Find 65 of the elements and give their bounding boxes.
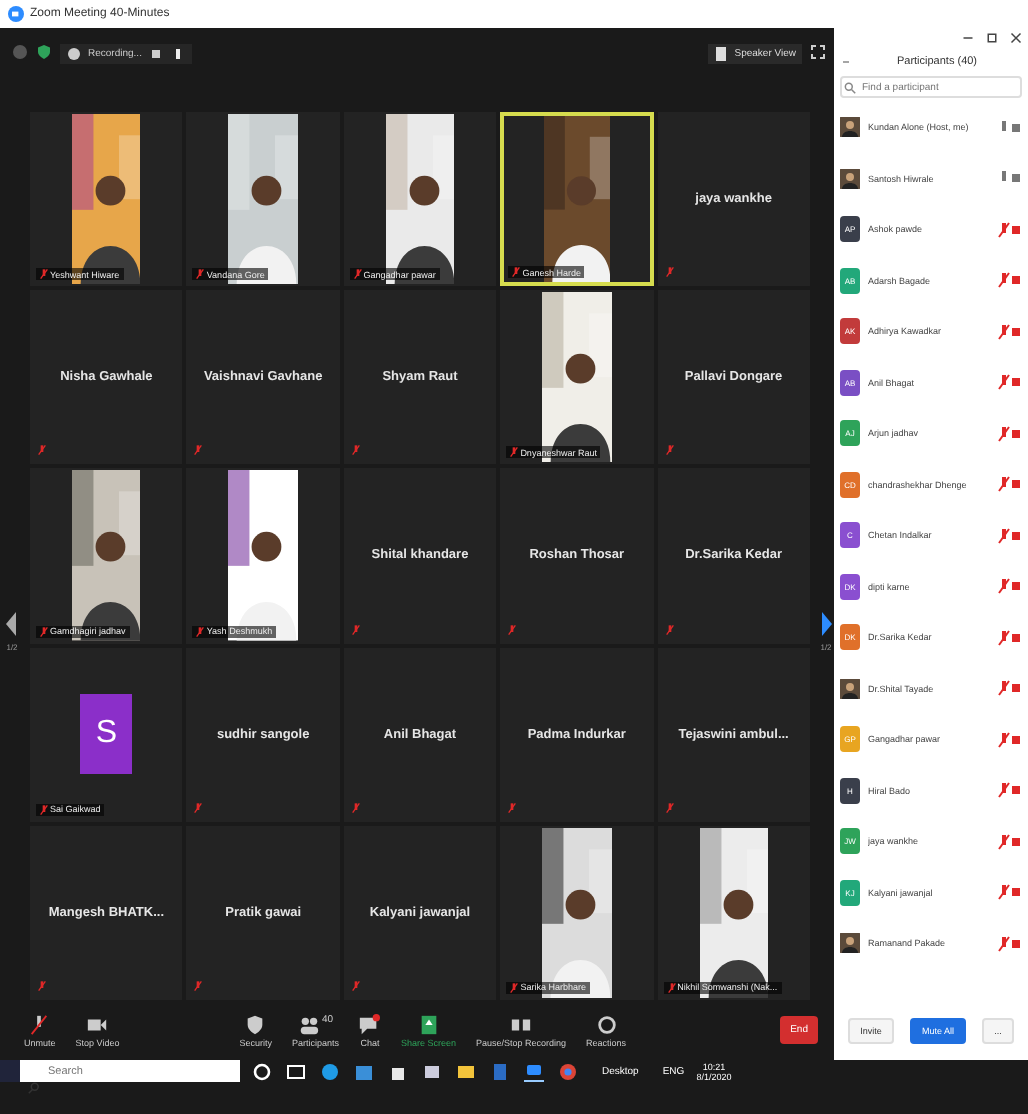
shield-icon [244, 1013, 267, 1035]
muted-mic-icon [665, 266, 674, 279]
muted-mic-icon [38, 444, 46, 457]
muted-mic-icon [194, 444, 203, 457]
avatar: S [80, 694, 133, 775]
mic-icon[interactable] [998, 527, 1022, 544]
mic-icon[interactable] [998, 731, 1022, 748]
muted-mic-icon [508, 801, 517, 814]
muted-mic-icon [667, 981, 676, 994]
muted-mic-icon [665, 623, 674, 636]
chat-bubble-icon [358, 1013, 381, 1035]
mic-icon[interactable] [998, 425, 1022, 442]
muted-mic-icon [508, 623, 517, 636]
task-view-icon[interactable] [286, 1061, 306, 1081]
muted-mic-icon [194, 979, 203, 992]
muted-mic-icon [196, 268, 205, 281]
folder-icon[interactable] [456, 1061, 476, 1081]
muted-mic-icon [512, 266, 521, 279]
muted-mic-icon [196, 625, 205, 638]
mic-icon[interactable] [998, 884, 1022, 901]
muted-mic-icon [40, 625, 48, 638]
muted-mic-icon [40, 268, 48, 281]
circle-icon [595, 1013, 618, 1035]
mic-icon[interactable] [998, 119, 1022, 136]
mic-icon[interactable] [998, 578, 1022, 595]
search-icon [28, 1081, 40, 1093]
muted-mic-icon [510, 446, 519, 459]
mic-icon[interactable] [998, 935, 1022, 952]
people-icon [297, 1013, 320, 1035]
share-screen-icon [417, 1013, 440, 1035]
muted-mic-icon [510, 981, 519, 994]
shield-icon[interactable] [36, 44, 52, 60]
pause-icon[interactable] [147, 46, 164, 62]
mic-icon[interactable] [998, 374, 1022, 391]
muted-mic-icon [28, 1013, 51, 1035]
mic-icon[interactable] [998, 833, 1022, 850]
close-icon[interactable] [1010, 32, 1022, 44]
muted-mic-icon [351, 444, 360, 457]
muted-mic-icon [353, 268, 362, 281]
mic-icon[interactable] [998, 170, 1022, 187]
muted-mic-icon [194, 801, 203, 814]
mic-icon[interactable] [998, 272, 1022, 289]
mic-icon[interactable] [998, 680, 1022, 697]
maximize-icon[interactable] [986, 32, 998, 44]
muted-mic-icon [40, 803, 48, 816]
search-icon [844, 81, 856, 93]
speaker-view-icon [714, 46, 731, 62]
mic-icon[interactable] [998, 221, 1022, 238]
record-icon [66, 46, 82, 62]
previous-page-icon[interactable] [4, 608, 20, 640]
mic-icon[interactable] [998, 476, 1022, 493]
minimize-icon[interactable] [962, 32, 974, 44]
muted-mic-icon [665, 801, 674, 814]
muted-mic-icon [38, 979, 46, 992]
muted-mic-icon [665, 444, 674, 457]
mic-icon[interactable] [998, 629, 1022, 646]
muted-mic-icon [351, 623, 360, 636]
mic-icon[interactable] [998, 782, 1022, 799]
document-icon[interactable] [490, 1061, 510, 1081]
muted-mic-icon [351, 801, 360, 814]
mic-icon[interactable] [998, 323, 1022, 340]
collapse-icon[interactable] [840, 56, 852, 68]
muted-mic-icon [351, 979, 360, 992]
fullscreen-icon[interactable] [810, 44, 826, 60]
zoom-logo-icon [8, 6, 24, 22]
